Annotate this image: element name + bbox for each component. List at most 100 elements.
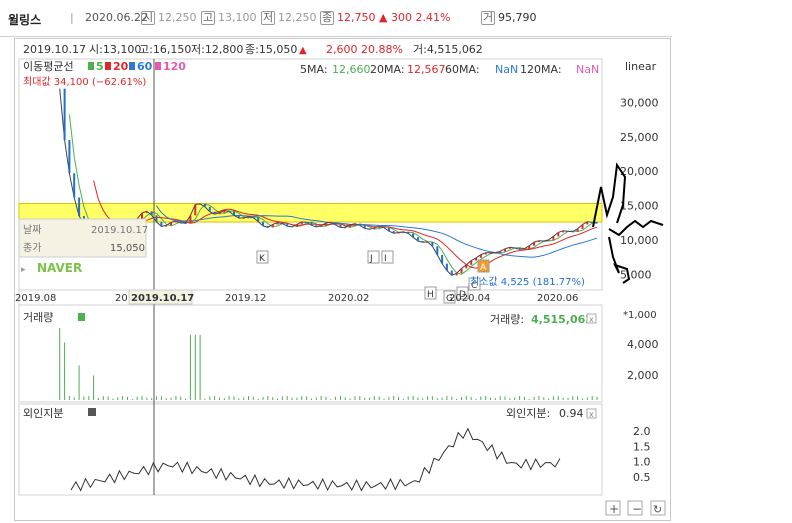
candle (542, 240, 545, 242)
candle (368, 228, 371, 230)
volume-bar (141, 396, 143, 400)
volume-bar (398, 396, 399, 400)
candle (416, 237, 419, 241)
volume-bar (509, 398, 511, 400)
candle (426, 241, 429, 243)
volume-bar (470, 397, 472, 400)
volume-bar (417, 397, 419, 400)
volume-bar (170, 397, 172, 400)
volume-tick-2000: 2,000 (627, 369, 659, 382)
ma120-name: 120MA: (520, 63, 562, 76)
candle (499, 251, 502, 253)
candle (334, 222, 337, 225)
foreign-tick: 1.0 (633, 456, 651, 469)
info-close: 종:15,050 (245, 43, 297, 56)
info-open: 시:13,100 (89, 43, 141, 56)
volume-bar (131, 399, 133, 400)
date-tick: 2019.10.17 (131, 293, 194, 304)
candle (199, 203, 202, 205)
info-high: 고:16,150 (139, 43, 191, 56)
volume-bar (204, 398, 206, 400)
candle (305, 221, 308, 223)
candle (484, 252, 487, 255)
volume-bar (252, 396, 254, 400)
candle (73, 173, 76, 198)
volume-bar (199, 334, 201, 400)
ma5-label: 5 (96, 60, 104, 73)
candle (412, 233, 415, 238)
volume-bar (112, 398, 114, 400)
candle (567, 230, 569, 232)
candle (295, 224, 298, 227)
scale-label[interactable]: linear (625, 60, 657, 73)
candle (552, 236, 555, 240)
candle (378, 226, 381, 228)
candle (557, 232, 560, 237)
volume-bar (73, 397, 75, 400)
ma120-swatch (155, 62, 161, 70)
candle (160, 221, 163, 227)
candle (213, 211, 216, 215)
volume-bar (422, 398, 424, 400)
candle (407, 231, 410, 234)
volume-bar (68, 396, 70, 400)
stock-chart[interactable]: 2019.10.17 시:13,100 고:16,150 저:12,800 종:… (15, 39, 670, 520)
left-scroll-icon[interactable]: ▸ (21, 265, 26, 275)
volume-bar (523, 396, 525, 400)
volume-bar (238, 398, 240, 400)
candle (450, 270, 453, 276)
date-tick: 2020.04 (449, 293, 490, 304)
volume-bar (543, 397, 545, 400)
candle (170, 222, 173, 226)
volume-bar (286, 396, 288, 400)
volume-quote: 거 95,790 (481, 11, 537, 25)
candle (150, 211, 153, 216)
volume-bar (272, 397, 274, 400)
ma5-value: 12,660 (332, 63, 371, 76)
candle (223, 210, 226, 213)
candle (436, 246, 439, 255)
volume-bar (117, 397, 119, 400)
candle (479, 254, 482, 258)
candle (513, 247, 516, 249)
volume-bar (557, 396, 559, 400)
volume-bar (93, 375, 95, 400)
candle (392, 231, 395, 234)
volume-bar (146, 397, 148, 400)
volume-bar (562, 397, 564, 400)
tooltip-price-label: 종가 (23, 242, 41, 254)
volume-bar (344, 397, 346, 400)
volume-bar (64, 342, 66, 400)
volume-bar (301, 396, 303, 400)
volume-readout: 4,515,062 (531, 313, 593, 326)
volume-bar (359, 396, 361, 400)
volume-bar (490, 397, 491, 400)
volume-bar (485, 396, 487, 400)
candle (329, 222, 332, 224)
date-tick: 2020.02 (328, 293, 369, 304)
quote-date: 2020.06.22 (85, 11, 148, 24)
candle (233, 211, 235, 216)
quote-header: 윌링스 | 2020.06.22 시 12,250 고 13,100 저 12,250… (0, 0, 672, 37)
volume-bar (388, 397, 390, 400)
volume-bar (97, 397, 99, 400)
volume-bar (465, 396, 467, 400)
foreign-swatch (88, 408, 96, 416)
open-icon: 시 (141, 11, 155, 25)
volume-bar (349, 398, 351, 400)
candle (300, 221, 303, 225)
candle (286, 223, 289, 227)
info-change: 2,600 (326, 43, 358, 56)
volume-title: 거래량 (23, 311, 53, 324)
candle (402, 231, 405, 233)
candle (208, 206, 211, 212)
candle (455, 273, 458, 276)
volume-bar (219, 397, 220, 400)
candle (523, 248, 526, 250)
volume-bar (533, 396, 535, 400)
annotation-i: I (384, 254, 387, 264)
candle (465, 264, 468, 269)
candle (518, 248, 521, 250)
ma60-label: 60 (137, 60, 153, 73)
volume-bar (528, 399, 530, 400)
